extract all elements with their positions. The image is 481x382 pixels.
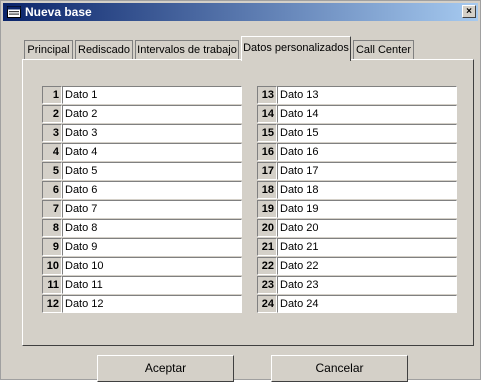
custom-field-input[interactable]: Dato 17	[277, 162, 457, 180]
field-number-label: 19	[257, 200, 277, 218]
custom-field-input[interactable]: Dato 2	[62, 105, 242, 123]
custom-field-input[interactable]: Dato 13	[277, 86, 457, 104]
tab-label: Call Center	[355, 44, 412, 56]
custom-field-input[interactable]: Dato 10	[62, 257, 242, 275]
field-number-label: 23	[257, 276, 277, 294]
accept-button[interactable]: Aceptar	[97, 355, 234, 382]
tab-label: Datos personalizados	[243, 42, 349, 54]
window-title: Nueva base	[25, 5, 92, 19]
custom-field-input[interactable]: Dato 23	[277, 276, 457, 294]
tab-panel-datos-personalizados: 1 Dato 1 2 Dato 2 3 Dato 3 4 Dato 4 5 Dato 5 6 Dato…	[22, 59, 474, 346]
custom-field-input[interactable]: Dato 3	[62, 124, 242, 142]
custom-field-input[interactable]: Dato 15	[277, 124, 457, 142]
cancel-button[interactable]: Cancelar	[271, 355, 408, 382]
field-number-label: 10	[42, 257, 62, 275]
field-number-label: 5	[42, 162, 62, 180]
field-number-label: 16	[257, 143, 277, 161]
tab-label: Principal	[27, 44, 70, 56]
custom-field-input[interactable]: Dato 1	[62, 86, 242, 104]
tab-principal[interactable]: Principal	[24, 40, 73, 60]
custom-field-input[interactable]: Dato 19	[277, 200, 457, 218]
custom-field-input[interactable]: Dato 21	[277, 238, 457, 256]
app-window-icon	[7, 6, 21, 18]
dialog-window: Nueva base × Principal Rediscado Interva…	[0, 0, 481, 382]
field-number-label: 4	[42, 143, 62, 161]
custom-field-input[interactable]: Dato 22	[277, 257, 457, 275]
field-number-label: 15	[257, 124, 277, 142]
field-number-label: 1	[42, 86, 62, 104]
tab-datos-personalizados[interactable]: Datos personalizados	[241, 36, 351, 61]
custom-field-input[interactable]: Dato 7	[62, 200, 242, 218]
title-bar: Nueva base ×	[3, 3, 478, 21]
custom-field-input[interactable]: Dato 18	[277, 181, 457, 199]
custom-field-input[interactable]: Dato 11	[62, 276, 242, 294]
custom-field-input[interactable]: Dato 24	[277, 295, 457, 313]
tab-rediscado[interactable]: Rediscado	[75, 40, 133, 60]
field-number-label: 20	[257, 219, 277, 237]
field-number-label: 8	[42, 219, 62, 237]
tab-label: Rediscado	[78, 44, 130, 56]
field-number-label: 9	[42, 238, 62, 256]
field-number-label: 2	[42, 105, 62, 123]
custom-field-input[interactable]: Dato 6	[62, 181, 242, 199]
field-number-label: 18	[257, 181, 277, 199]
custom-field-input[interactable]: Dato 5	[62, 162, 242, 180]
field-number-label: 21	[257, 238, 277, 256]
custom-field-input[interactable]: Dato 20	[277, 219, 457, 237]
close-button[interactable]: ×	[462, 5, 476, 18]
field-number-label: 22	[257, 257, 277, 275]
custom-field-input[interactable]: Dato 4	[62, 143, 242, 161]
custom-field-input[interactable]: Dato 9	[62, 238, 242, 256]
field-number-label: 11	[42, 276, 62, 294]
custom-field-input[interactable]: Dato 16	[277, 143, 457, 161]
field-number-label: 12	[42, 295, 62, 313]
field-number-label: 7	[42, 200, 62, 218]
custom-field-input[interactable]: Dato 8	[62, 219, 242, 237]
tab-call-center[interactable]: Call Center	[353, 40, 414, 60]
field-number-label: 13	[257, 86, 277, 104]
close-icon: ×	[466, 6, 472, 17]
field-number-label: 3	[42, 124, 62, 142]
tab-intervalos-de-trabajo[interactable]: Intervalos de trabajo	[135, 40, 239, 60]
field-number-label: 24	[257, 295, 277, 313]
custom-field-input[interactable]: Dato 14	[277, 105, 457, 123]
custom-field-input[interactable]: Dato 12	[62, 295, 242, 313]
field-number-label: 6	[42, 181, 62, 199]
field-number-label: 17	[257, 162, 277, 180]
field-number-label: 14	[257, 105, 277, 123]
tab-label: Intervalos de trabajo	[137, 44, 237, 56]
